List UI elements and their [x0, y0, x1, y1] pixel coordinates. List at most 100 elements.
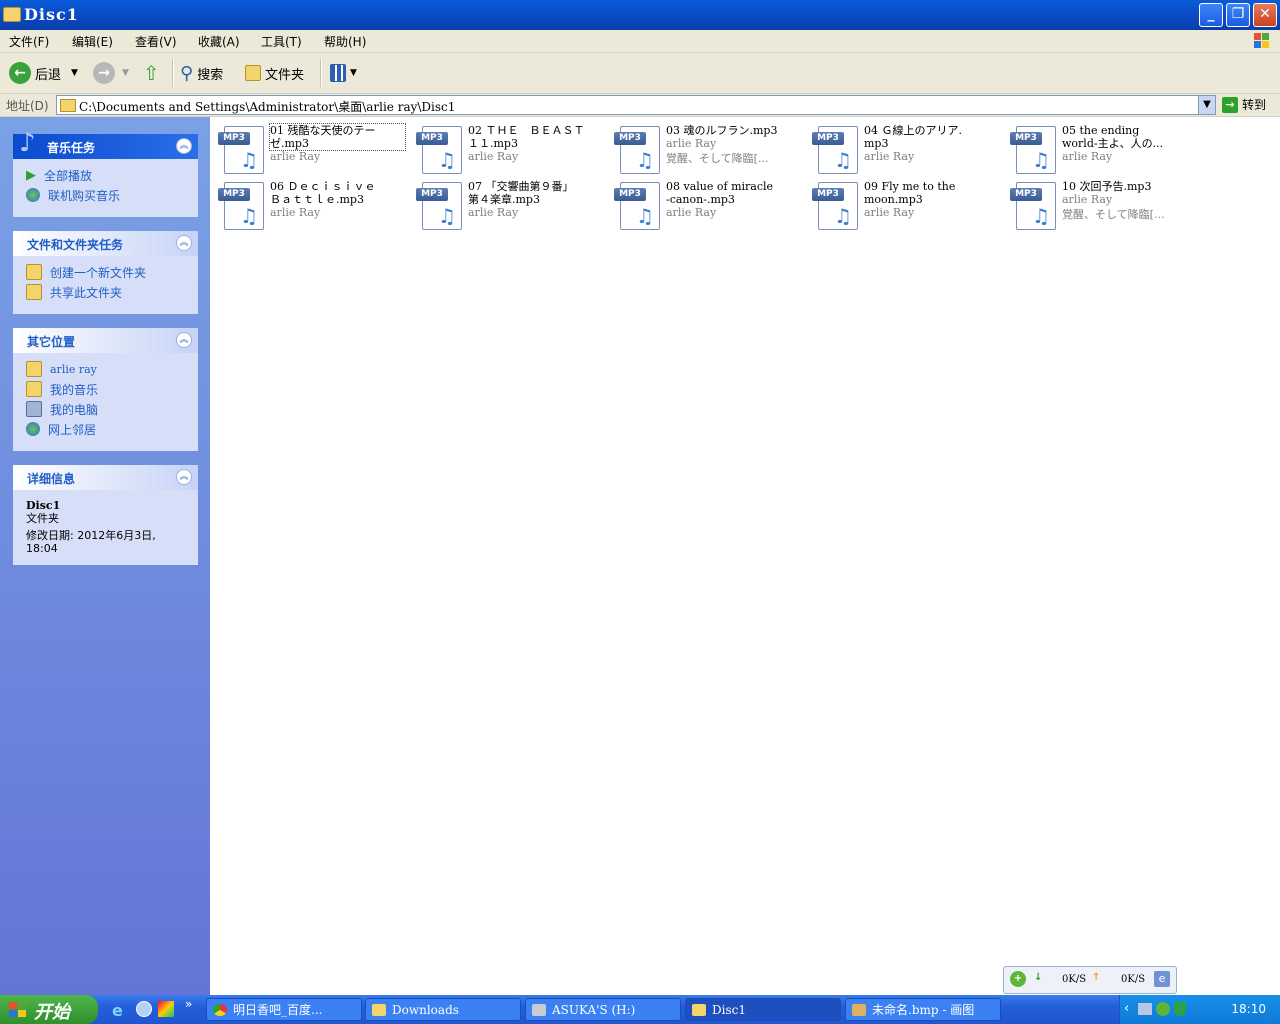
- mp3-file-icon: MP3 ♫: [812, 126, 858, 174]
- file-artist: arlie Ray: [468, 150, 519, 163]
- address-input[interactable]: C:\Documents and Settings\Administrator\…: [56, 95, 1216, 115]
- ie-icon[interactable]: e: [1154, 971, 1170, 987]
- close-button[interactable]: ✕: [1253, 3, 1277, 27]
- network-tray-icon[interactable]: [1138, 1003, 1152, 1015]
- file-item[interactable]: MP3 ♫ 02 ＴＨＥ ＢＥＡＳＴ １１.mp3 arlie Ray: [411, 122, 601, 174]
- windows-logo-icon: [1254, 33, 1269, 48]
- plus-icon[interactable]: +: [1010, 971, 1026, 987]
- up-button[interactable]: ⇧: [143, 61, 160, 85]
- back-label: 后退: [35, 67, 62, 83]
- folders-button[interactable]: 文件夹: [245, 61, 304, 85]
- other-places-header[interactable]: 其它位置 ︽: [13, 328, 198, 353]
- media-player-quicklaunch-icon[interactable]: [136, 1001, 152, 1017]
- play-all-link[interactable]: ▶ 全部播放: [26, 165, 188, 185]
- collapse-icon[interactable]: ︽: [176, 332, 192, 348]
- address-dropdown-button[interactable]: ▼: [1198, 96, 1215, 114]
- file-item[interactable]: MP3 ♫ 03 魂のルフラン.mp3 arlie Ray 覚醒、そして降臨[..…: [609, 122, 799, 174]
- file-artist: arlie Ray: [270, 206, 321, 219]
- taskbar: 开始 e » 明日香吧_百度... Downloads ASUKA'S (H:)…: [0, 995, 1280, 1024]
- views-button[interactable]: ▼: [330, 61, 357, 85]
- go-button[interactable]: → 转到: [1222, 96, 1266, 113]
- taskbar-item-paint[interactable]: 未命名.bmp - 画图: [845, 998, 1001, 1021]
- folder-up-icon: ⇧: [143, 61, 160, 85]
- taskbar-item-browser[interactable]: 明日香吧_百度...: [206, 998, 362, 1021]
- file-item[interactable]: MP3 ♫ 06 Ｄｅｃｉｓｉｖｅ Ｂａｔｔｌｅ.mp3 arlie Ray: [213, 178, 403, 230]
- music-tasks-header[interactable]: ♪ 音乐任务 ︽: [13, 128, 198, 159]
- menu-favorites[interactable]: 收藏(A): [198, 33, 240, 50]
- file-artist: arlie Ray: [666, 137, 717, 150]
- app-quicklaunch-icon[interactable]: [158, 1001, 174, 1017]
- app-tray-icon[interactable]: [1156, 1002, 1170, 1016]
- back-button[interactable]: ← 后退 ▼: [9, 61, 78, 85]
- folder-icon: [60, 99, 76, 112]
- file-name: 03 魂のルフラン.mp3: [666, 124, 778, 137]
- maximize-button[interactable]: ❐: [1226, 3, 1250, 27]
- file-item[interactable]: MP3 ♫ 04 Ｇ線上のアリア. mp3 arlie Ray: [807, 122, 997, 174]
- menu-view[interactable]: 查看(V): [135, 33, 177, 50]
- taskbar-item-downloads[interactable]: Downloads: [365, 998, 521, 1021]
- place-my-music[interactable]: 我的音乐: [26, 379, 188, 399]
- network-speed-widget[interactable]: + ↓ 0K/S ↑ 0K/S e: [1003, 966, 1177, 994]
- forward-button[interactable]: → ▼: [93, 61, 129, 85]
- mp3-file-icon: MP3 ♫: [416, 182, 462, 230]
- mp3-file-icon: MP3 ♫: [1010, 126, 1056, 174]
- address-path[interactable]: C:\Documents and Settings\Administrator\…: [79, 98, 455, 115]
- start-button[interactable]: 开始: [0, 995, 98, 1024]
- file-list: MP3 ♫ 01 残酷な天使のテー ゼ.mp3 arlie Ray MP3 ♫ 02…: [210, 117, 1280, 995]
- back-arrow-icon: ←: [9, 62, 31, 84]
- new-folder-link[interactable]: 创建一个新文件夹: [26, 262, 188, 282]
- menu-edit[interactable]: 编辑(E): [72, 33, 113, 50]
- file-name: 05 the ending world-主よ、人の...: [1062, 124, 1164, 150]
- menu-help[interactable]: 帮助(H): [324, 33, 366, 50]
- file-artist: arlie Ray: [468, 206, 519, 219]
- address-label: 地址(D): [6, 99, 49, 113]
- place-my-computer-label: 我的电脑: [50, 402, 99, 417]
- buy-music-online-link[interactable]: 联机购买音乐: [26, 185, 188, 205]
- chevron-left-icon[interactable]: ‹: [1124, 1001, 1129, 1016]
- place-arlie-ray[interactable]: arlie ray: [26, 359, 188, 379]
- share-folder-link[interactable]: 共享此文件夹: [26, 282, 188, 302]
- details-header[interactable]: 详细信息 ︽: [13, 465, 198, 490]
- taskbar-item-drive-h[interactable]: ASUKA'S (H:): [525, 998, 681, 1021]
- start-label: 开始: [34, 1002, 70, 1023]
- file-item[interactable]: MP3 ♫ 07 「交響曲第９番」 第４楽章.mp3 arlie Ray: [411, 178, 601, 230]
- chevron-down-icon[interactable]: ▼: [71, 68, 78, 78]
- details-title: 详细信息: [27, 472, 76, 486]
- place-my-computer[interactable]: 我的电脑: [26, 399, 188, 419]
- file-item[interactable]: MP3 ♫ 05 the ending world-主よ、人の... arlie …: [1005, 122, 1195, 174]
- ie-quicklaunch-icon[interactable]: e: [112, 1001, 123, 1020]
- my-music-icon: [26, 381, 42, 397]
- folder-icon: [372, 1004, 386, 1016]
- title-bar[interactable]: Disc1 _ ❐ ✕: [0, 0, 1280, 30]
- share-folder-icon: [26, 284, 42, 300]
- place-network[interactable]: 网上邻居: [26, 419, 188, 439]
- go-arrow-icon: →: [1222, 96, 1238, 113]
- chevron-right-icon[interactable]: »: [185, 997, 192, 1011]
- collapse-icon[interactable]: ︽: [176, 469, 192, 485]
- file-item[interactable]: MP3 ♫ 10 次回予告.mp3 arlie Ray 覚醒、そして降臨[...: [1005, 178, 1195, 230]
- mp3-file-icon: MP3 ♫: [812, 182, 858, 230]
- menu-file[interactable]: 文件(F): [9, 33, 49, 50]
- collapse-icon[interactable]: ︽: [176, 235, 192, 251]
- collapse-icon[interactable]: ︽: [176, 138, 192, 154]
- menu-tools[interactable]: 工具(T): [261, 33, 302, 50]
- place-arlie-ray-label: arlie ray: [50, 362, 97, 376]
- file-item[interactable]: MP3 ♫ 09 Fly me to the moon.mp3 arlie Ray: [807, 178, 997, 230]
- file-item[interactable]: MP3 ♫ 01 残酷な天使のテー ゼ.mp3 arlie Ray: [213, 122, 406, 174]
- search-button[interactable]: ⚲ 搜索: [180, 61, 223, 85]
- folder-icon: [26, 361, 42, 377]
- upload-speed: 0K/S: [1121, 974, 1146, 985]
- details-modified: 修改日期: 2012年6月3日, 18:04: [26, 529, 156, 555]
- globe-icon: [26, 188, 40, 202]
- task-pane: ♪ 音乐任务 ︽ ▶ 全部播放 联机购买音乐 文件和文件夹任务 ︽ 创建一个新文…: [0, 117, 210, 995]
- file-item[interactable]: MP3 ♫ 08 value of miracle -canon-.mp3 arl…: [609, 178, 799, 230]
- details-panel: 详细信息 ︽ Disc1 文件夹 修改日期: 2012年6月3日, 18:04: [13, 465, 198, 565]
- file-tasks-header[interactable]: 文件和文件夹任务 ︽: [13, 231, 198, 256]
- minimize-button[interactable]: _: [1199, 3, 1223, 27]
- taskbar-item-disc1[interactable]: Disc1: [685, 998, 841, 1021]
- clock[interactable]: 18:10: [1231, 1002, 1266, 1016]
- shield-icon[interactable]: [1174, 1002, 1186, 1016]
- task-label: Disc1: [712, 1003, 746, 1017]
- network-icon: [26, 422, 40, 436]
- file-name: 10 次回予告.mp3: [1062, 180, 1152, 193]
